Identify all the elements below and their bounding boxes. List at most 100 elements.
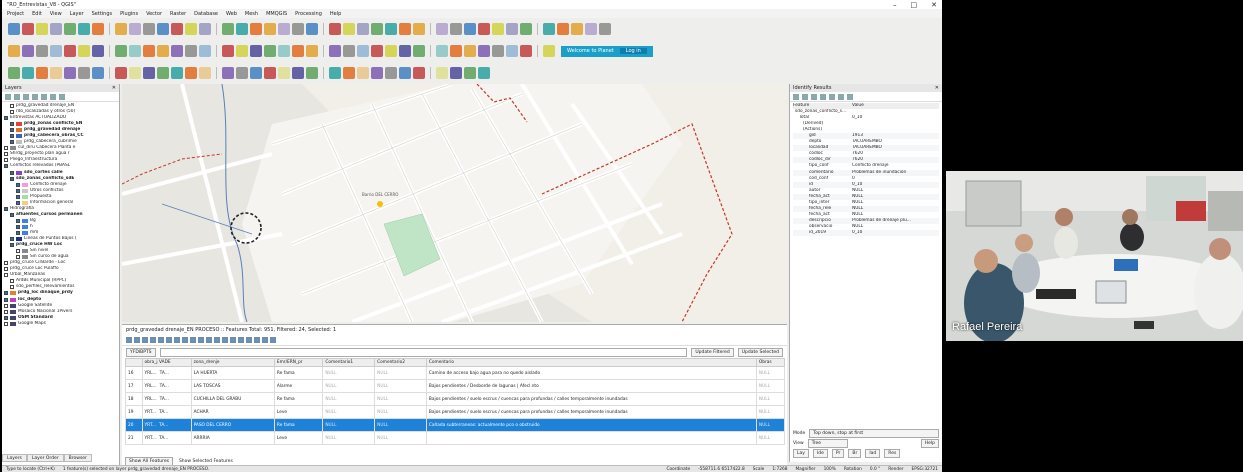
show-bookmarks-icon[interactable]	[306, 23, 318, 35]
location-point[interactable]	[377, 201, 383, 207]
tool-3-7-icon[interactable]	[92, 67, 104, 79]
expand-new-icon[interactable]	[811, 94, 817, 100]
row-number[interactable]: 16	[125, 366, 143, 380]
change-label-icon[interactable]	[543, 45, 555, 57]
cell[interactable]: Re fama	[273, 418, 324, 432]
tool-3-5-icon[interactable]	[64, 67, 76, 79]
panel-close-icon[interactable]: ✕	[935, 85, 939, 91]
pin-label-icon[interactable]	[478, 45, 490, 57]
layer-visibility-checkbox[interactable]	[10, 243, 14, 248]
layer-visibility-checkbox[interactable]	[10, 212, 14, 217]
cell[interactable]: YRL... TA...	[141, 379, 192, 393]
cell[interactable]: Alarme	[273, 379, 324, 393]
locator-input[interactable]: Type to locate (Ctrl+K)	[6, 467, 55, 472]
layer-visibility-checkbox[interactable]	[10, 170, 14, 175]
add-xyz-icon[interactable]	[264, 45, 276, 57]
tool-3-22-icon[interactable]	[329, 67, 341, 79]
column-header[interactable]: obra_j VADE	[141, 358, 192, 367]
tab-browser[interactable]: Browser	[63, 454, 92, 462]
add-delimited-icon[interactable]	[129, 45, 141, 57]
layer-visibility-checkbox[interactable]	[10, 237, 14, 242]
identify-options-icon[interactable]	[847, 94, 853, 100]
add-oracle-icon[interactable]	[185, 45, 197, 57]
layer-visibility-checkbox[interactable]	[4, 158, 8, 163]
save-as-icon[interactable]	[50, 23, 62, 35]
layer-visibility-checkbox[interactable]	[10, 128, 14, 133]
layer-visibility-checkbox[interactable]	[4, 315, 8, 320]
layer-item[interactable]: Google Maps	[4, 321, 117, 327]
toggle-edit-icon[interactable]	[126, 336, 132, 343]
plugin-e-icon[interactable]	[557, 23, 569, 35]
toggle-editing-icon[interactable]	[306, 45, 318, 57]
cell[interactable]: NULL	[755, 418, 786, 432]
cell[interactable]: YRT... TA...	[141, 405, 192, 419]
delete-feature-icon[interactable]	[158, 336, 164, 343]
menu-item-project[interactable]: Project	[7, 11, 24, 17]
dock-tab[interactable]: Res	[884, 448, 901, 458]
pan-to-selection-icon[interactable]	[129, 23, 141, 35]
cell[interactable]: Bajos pendientes / suelo escrus / cuenca…	[425, 405, 757, 419]
menu-item-layer[interactable]: Layer	[70, 11, 84, 17]
column-header[interactable]: Comentario2	[374, 358, 427, 367]
label-tool-icon[interactable]	[464, 45, 476, 57]
save-layer-edits-icon[interactable]	[329, 45, 341, 57]
zoom-last-icon[interactable]	[236, 23, 248, 35]
layer-visibility-checkbox[interactable]	[10, 285, 14, 290]
tool-3-25-icon[interactable]	[371, 67, 383, 79]
scale-value[interactable]: 1:7268	[772, 467, 787, 472]
layer-visibility-checkbox[interactable]	[16, 231, 20, 235]
cut-features-icon[interactable]	[385, 45, 397, 57]
statistics-icon[interactable]	[413, 23, 425, 35]
tool-3-6-icon[interactable]	[78, 67, 90, 79]
layer-visibility-checkbox[interactable]	[10, 104, 14, 109]
layer-visibility-checkbox[interactable]	[4, 146, 8, 151]
menu-item-mmqgis[interactable]: MMQGIS	[266, 11, 287, 17]
cell[interactable]: Leve	[273, 431, 324, 445]
layer-visibility-checkbox[interactable]	[4, 164, 8, 169]
new-3d-view-icon[interactable]	[278, 23, 290, 35]
cell[interactable]: YRT... TA...	[141, 418, 192, 432]
digitize-icon[interactable]	[292, 45, 304, 57]
highlight-label-icon[interactable]	[492, 45, 504, 57]
copy-rows-icon[interactable]	[230, 336, 236, 343]
copy-feature-icon[interactable]	[829, 94, 835, 100]
pan-icon[interactable]	[115, 23, 127, 35]
layer-visibility-checkbox[interactable]	[4, 297, 8, 302]
layer-visibility-checkbox[interactable]	[16, 218, 20, 223]
menu-item-database[interactable]: Database	[194, 11, 218, 17]
layer-visibility-checkbox[interactable]	[10, 110, 14, 115]
tool-3-13-icon[interactable]	[185, 67, 197, 79]
layer-visibility-checkbox[interactable]	[4, 273, 8, 278]
tool-3-31-icon[interactable]	[464, 67, 476, 79]
layout-manager-icon[interactable]	[78, 23, 90, 35]
dock-tab[interactable]: Br	[848, 448, 862, 458]
data-source-manager-icon[interactable]	[8, 45, 20, 57]
cell[interactable]: NULL	[374, 366, 427, 380]
add-feature-icon[interactable]	[150, 336, 156, 343]
expand-tree-icon[interactable]	[793, 94, 799, 100]
map-canvas[interactable]: Barrio DEL CERRO	[122, 84, 787, 322]
tab-layers[interactable]: Layers	[2, 454, 27, 462]
layer-visibility-checkbox[interactable]	[4, 116, 8, 121]
tool-3-3-icon[interactable]	[36, 67, 48, 79]
select-expression-icon[interactable]	[166, 336, 172, 343]
table-row[interactable]: 19 YRT... TA... ACHAR Leve NULL NULL Bajos pend…	[125, 405, 786, 419]
tool-3-19-icon[interactable]	[278, 67, 290, 79]
plugin-b-icon[interactable]	[506, 23, 518, 35]
cell[interactable]: Bajos pendientes / Desborde de lagunas |…	[425, 379, 757, 393]
refresh-icon[interactable]	[329, 23, 341, 35]
column-header[interactable]: Obras	[755, 358, 786, 367]
reload-icon[interactable]	[142, 336, 148, 343]
filter-select-icon[interactable]	[198, 336, 204, 343]
zoom-selection-icon[interactable]	[222, 23, 234, 35]
new-geopackage-icon[interactable]	[22, 45, 34, 57]
add-mesh-icon[interactable]	[115, 45, 127, 57]
clear-results-icon[interactable]	[820, 94, 826, 100]
filter-legend-icon[interactable]	[32, 94, 38, 100]
tool-3-1-icon[interactable]	[8, 67, 20, 79]
magnifier-value[interactable]: 100%	[824, 467, 836, 472]
table-row[interactable]: 16 YRL... TA... LA HUERTA Re fama NULL NULL Cam…	[125, 366, 786, 380]
update-selected-button[interactable]: Update Selected	[737, 347, 783, 357]
plugin-c-icon[interactable]	[520, 23, 532, 35]
open-attribute-table-icon[interactable]	[385, 23, 397, 35]
